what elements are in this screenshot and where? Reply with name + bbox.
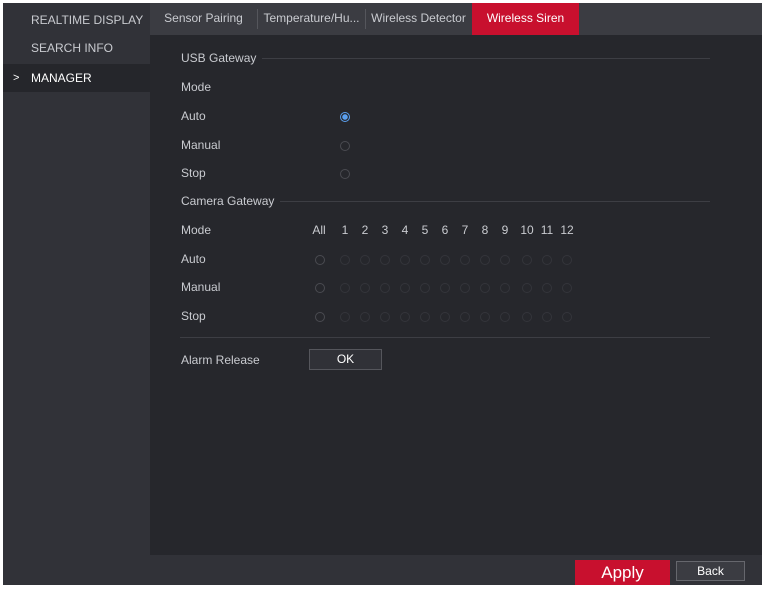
tab-bar: Sensor Pairing Temperature/Hu... Wireles…: [150, 3, 762, 35]
channel-10-label: 10: [520, 223, 534, 237]
camera-manual-all-radio[interactable]: [315, 283, 325, 293]
channel-12-radio[interactable]: [562, 255, 572, 265]
channel-7-label: 7: [461, 223, 469, 237]
channel-7-radio[interactable]: [460, 255, 470, 265]
tab-wireless-detector[interactable]: Wireless Detector: [366, 3, 471, 35]
channel-8-label: 8: [481, 223, 489, 237]
channel-3-radio[interactable]: [380, 283, 390, 293]
channel-9-radio[interactable]: [500, 255, 510, 265]
channel-9-radio[interactable]: [500, 312, 510, 322]
channel-3-radio[interactable]: [380, 312, 390, 322]
chevron-right-icon: >: [13, 72, 20, 84]
tab-label: Wireless Detector: [371, 11, 466, 25]
channel-9-radio[interactable]: [500, 283, 510, 293]
channel-1-radio[interactable]: [340, 255, 350, 265]
channel-10-radio[interactable]: [522, 312, 532, 322]
channel-8-radio[interactable]: [480, 255, 490, 265]
alarm-release-ok-button[interactable]: OK: [309, 349, 382, 370]
footer-bar: Apply Back: [150, 555, 762, 585]
channel-1-radio[interactable]: [340, 283, 350, 293]
channel-11-radio[interactable]: [542, 255, 552, 265]
sidebar-item-search-info[interactable]: SEARCH INFO: [3, 34, 150, 62]
content-panel: USB Gateway Mode Auto Manual Stop Camera…: [150, 35, 762, 555]
camera-stop-label: Stop: [181, 309, 206, 323]
channel-5-radio[interactable]: [420, 283, 430, 293]
camera-stop-all-radio[interactable]: [315, 312, 325, 322]
back-button[interactable]: Back: [676, 561, 745, 581]
channel-3-label: 3: [381, 223, 389, 237]
usb-stop-label: Stop: [181, 166, 206, 180]
channel-4-radio[interactable]: [400, 312, 410, 322]
channel-6-label: 6: [441, 223, 449, 237]
channel-6-radio[interactable]: [440, 283, 450, 293]
section-divider: [280, 201, 710, 202]
channel-2-label: 2: [361, 223, 369, 237]
channel-10-radio[interactable]: [522, 255, 532, 265]
usb-mode-label: Mode: [181, 80, 212, 94]
channel-1-radio[interactable]: [340, 312, 350, 322]
usb-manual-radio[interactable]: [340, 141, 350, 151]
usb-manual-label: Manual: [181, 138, 221, 152]
channel-6-radio[interactable]: [440, 255, 450, 265]
channel-5-label: 5: [421, 223, 429, 237]
channel-4-radio[interactable]: [400, 255, 410, 265]
usb-gateway-title: USB Gateway: [181, 51, 257, 65]
channel-11-radio[interactable]: [542, 283, 552, 293]
channel-8-radio[interactable]: [480, 283, 490, 293]
channel-12-radio[interactable]: [562, 283, 572, 293]
sidebar-item-label: SEARCH INFO: [31, 41, 114, 55]
channel-2-radio[interactable]: [360, 283, 370, 293]
channel-6-radio[interactable]: [440, 312, 450, 322]
channel-10-radio[interactable]: [522, 283, 532, 293]
sidebar-item-label: REALTIME DISPLAY: [31, 13, 144, 27]
app-window: REALTIME DISPLAY SEARCH INFO > MANAGER S…: [3, 3, 762, 585]
tab-sensor-pairing[interactable]: Sensor Pairing: [150, 3, 257, 35]
tab-wireless-siren[interactable]: Wireless Siren: [472, 3, 579, 35]
channel-all-label: All: [312, 223, 326, 237]
tab-label: Wireless Siren: [486, 11, 565, 25]
channel-12-radio[interactable]: [562, 312, 572, 322]
tab-label: Sensor Pairing: [164, 11, 243, 25]
camera-auto-all-radio[interactable]: [315, 255, 325, 265]
channel-11-radio[interactable]: [542, 312, 552, 322]
channel-8-radio[interactable]: [480, 312, 490, 322]
channel-5-radio[interactable]: [420, 255, 430, 265]
channel-7-radio[interactable]: [460, 283, 470, 293]
section-divider: [180, 337, 710, 338]
sidebar-item-label: MANAGER: [31, 71, 92, 85]
alarm-release-label: Alarm Release: [181, 353, 260, 367]
channel-9-label: 9: [501, 223, 509, 237]
camera-gateway-title: Camera Gateway: [181, 194, 275, 208]
channel-1-label: 1: [341, 223, 349, 237]
camera-manual-label: Manual: [181, 280, 221, 294]
sidebar: REALTIME DISPLAY SEARCH INFO > MANAGER: [3, 3, 150, 585]
tab-label: Temperature/Hu...: [263, 11, 360, 25]
channel-2-radio[interactable]: [360, 312, 370, 322]
usb-stop-radio[interactable]: [340, 169, 350, 179]
usb-auto-label: Auto: [181, 109, 206, 123]
camera-auto-label: Auto: [181, 252, 206, 266]
channel-4-radio[interactable]: [400, 283, 410, 293]
usb-auto-radio[interactable]: [340, 112, 350, 122]
apply-button[interactable]: Apply: [575, 560, 670, 585]
channel-2-radio[interactable]: [360, 255, 370, 265]
sidebar-item-manager[interactable]: > MANAGER: [3, 64, 150, 92]
channel-12-label: 12: [560, 223, 574, 237]
channel-3-radio[interactable]: [380, 255, 390, 265]
channel-5-radio[interactable]: [420, 312, 430, 322]
tab-temperature-humidity[interactable]: Temperature/Hu...: [258, 3, 365, 35]
sidebar-item-realtime-display[interactable]: REALTIME DISPLAY: [3, 6, 150, 34]
section-divider: [262, 58, 710, 59]
channel-7-radio[interactable]: [460, 312, 470, 322]
channel-4-label: 4: [401, 223, 409, 237]
camera-mode-label: Mode: [181, 223, 212, 237]
channel-11-label: 11: [540, 223, 554, 237]
